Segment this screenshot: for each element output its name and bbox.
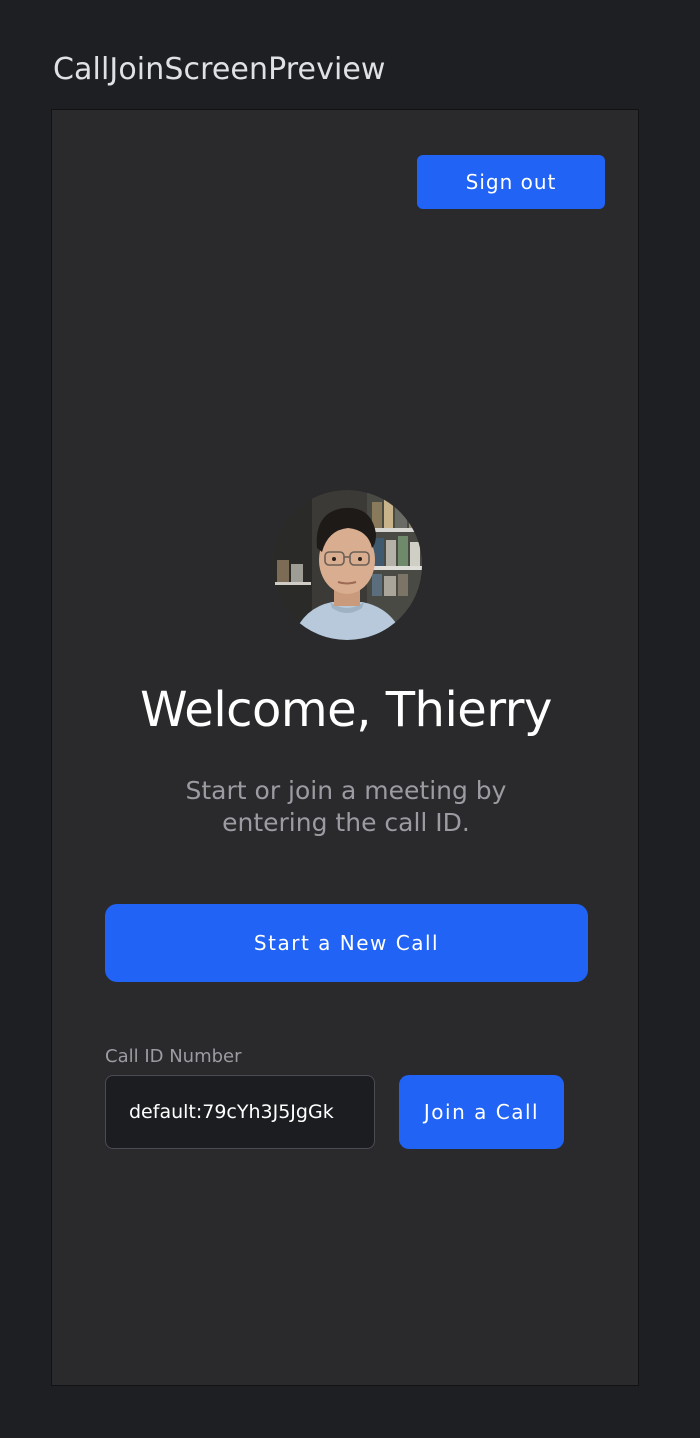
avatar xyxy=(272,490,422,640)
call-id-label: Call ID Number xyxy=(105,1046,242,1067)
join-call-button[interactable]: Join a Call xyxy=(399,1075,564,1149)
preview-title: CallJoinScreenPreview xyxy=(53,52,386,87)
subtitle-text: Start or join a meeting by entering the … xyxy=(185,776,507,837)
start-new-call-button[interactable]: Start a New Call xyxy=(105,904,588,982)
call-id-input[interactable] xyxy=(105,1075,375,1149)
sign-out-button[interactable]: Sign out xyxy=(417,155,605,209)
welcome-heading: Welcome, Thierry xyxy=(140,682,552,738)
call-join-screen: Sign out Welcome, Thierry Start or join … xyxy=(51,109,639,1386)
avatar-photo-icon xyxy=(272,490,422,640)
